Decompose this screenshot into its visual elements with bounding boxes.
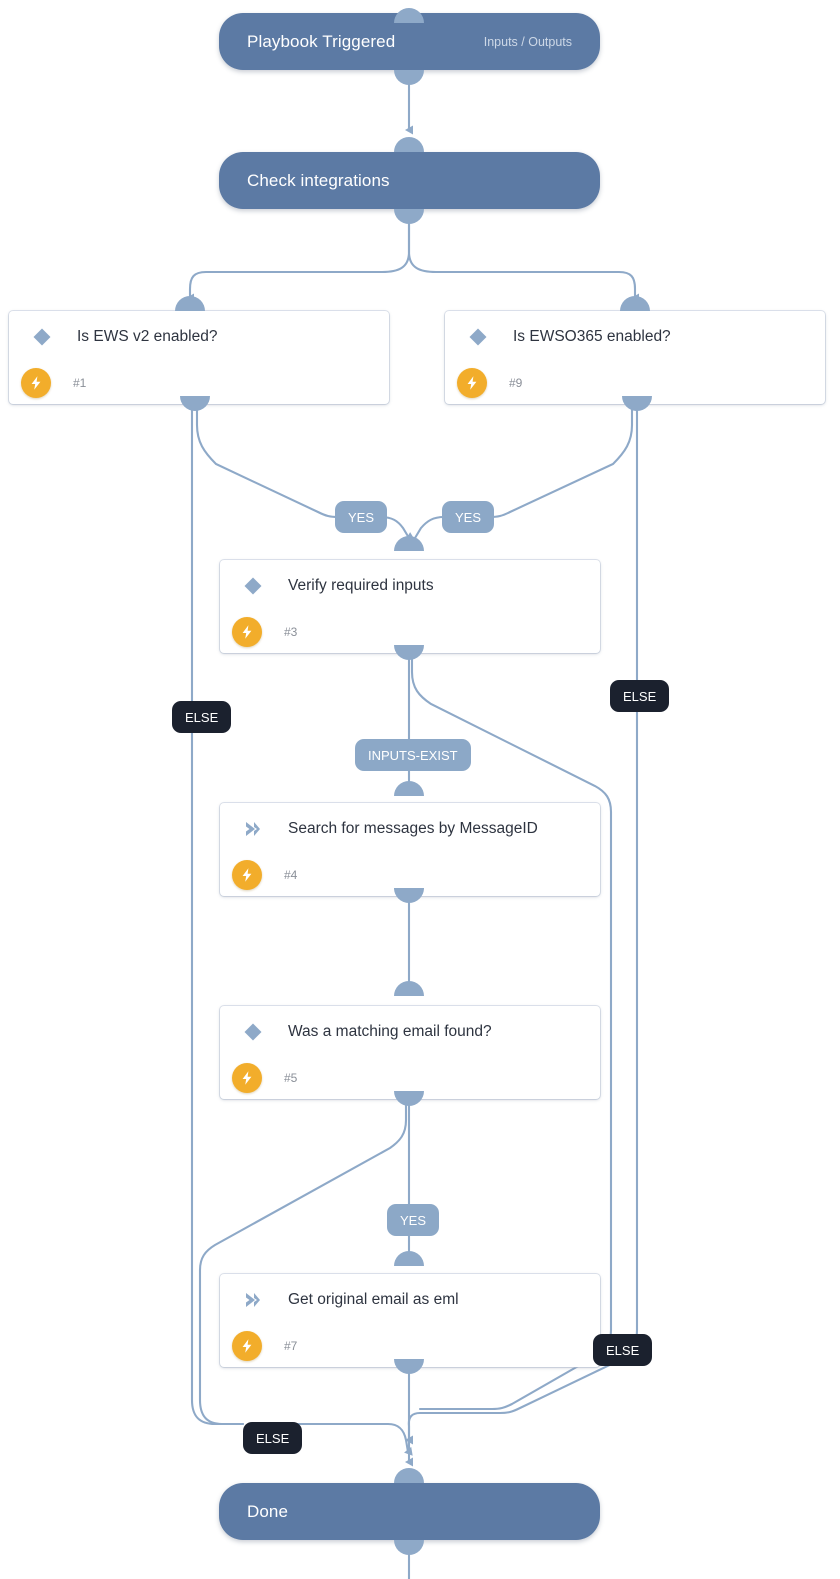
task-number: #3 — [284, 625, 298, 639]
node-was-a-matching-email-found[interactable]: Was a matching email found? #5 — [220, 1006, 600, 1099]
task-number: #1 — [73, 376, 87, 390]
condition-diamond-icon — [463, 322, 493, 352]
port-start-bottom — [394, 70, 424, 85]
edge-label-else-ewso365[interactable]: ELSE — [610, 680, 670, 712]
port-ewsv2-bottom — [180, 396, 210, 411]
card-header: Is EWSO365 enabled? — [445, 311, 825, 363]
node-done[interactable]: Done — [219, 1483, 600, 1540]
port-ewsv2-top — [175, 296, 205, 311]
port-done-bottom — [394, 1540, 424, 1555]
node-is-ews-v2-enabled[interactable]: Is EWS v2 enabled? #1 — [9, 311, 389, 404]
edge-label-inputs-exist[interactable]: INPUTS-EXIST — [355, 739, 471, 771]
card-header: Is EWS v2 enabled? — [9, 311, 389, 363]
task-number: #5 — [284, 1071, 298, 1085]
port-geteml-bottom — [394, 1359, 424, 1374]
node-title: Search for messages by MessageID — [288, 820, 538, 837]
lightning-bolt-icon — [232, 1063, 262, 1093]
node-title: Check integrations — [247, 170, 390, 190]
condition-diamond-icon — [238, 1017, 268, 1047]
edge-label-yes-right[interactable]: YES — [442, 501, 495, 533]
node-title: Was a matching email found? — [288, 1023, 492, 1040]
port-ewso365-top — [620, 296, 650, 311]
edge-label-yes-matching[interactable]: YES — [387, 1204, 440, 1236]
node-search-for-messages-by-messageid[interactable]: Search for messages by MessageID #4 — [220, 803, 600, 896]
port-done-top — [394, 1468, 424, 1483]
edge-ewsv2-else — [190, 402, 245, 1426]
edge-check-to-ewsv2 — [186, 207, 411, 303]
port-search-bottom — [394, 888, 424, 903]
task-number: #9 — [509, 376, 523, 390]
card-header: Verify required inputs — [220, 560, 600, 612]
node-title: Playbook Triggered — [247, 31, 396, 51]
port-matching-top — [394, 981, 424, 996]
port-verify-bottom — [394, 645, 424, 660]
lightning-bolt-icon — [232, 1331, 262, 1361]
node-is-ewso365-enabled[interactable]: Is EWSO365 enabled? #9 — [445, 311, 825, 404]
lightning-bolt-icon — [232, 617, 262, 647]
task-chevron-icon — [238, 814, 268, 844]
edge-check-to-ewso365 — [407, 207, 639, 303]
port-search-top — [394, 781, 424, 796]
port-start-top — [394, 8, 424, 23]
task-number: #4 — [284, 868, 298, 882]
port-verify-top — [394, 536, 424, 551]
node-title: Is EWSO365 enabled? — [513, 328, 671, 345]
card-header: Was a matching email found? — [220, 1006, 600, 1058]
port-ewso365-bottom — [622, 396, 652, 411]
task-number: #7 — [284, 1339, 298, 1353]
node-inputs-outputs-label[interactable]: Inputs / Outputs — [484, 35, 572, 49]
card-header: Get original email as eml — [220, 1274, 600, 1326]
edge-matching-else — [198, 1103, 408, 1426]
lightning-bolt-icon — [232, 860, 262, 890]
port-matching-bottom — [394, 1091, 424, 1106]
edge-bottomelse-to-done — [293, 1422, 413, 1456]
lightning-bolt-icon — [457, 368, 487, 398]
node-get-original-email-as-eml[interactable]: Get original email as eml #7 — [220, 1274, 600, 1367]
task-chevron-icon — [238, 1285, 268, 1315]
node-title: Get original email as eml — [288, 1291, 459, 1308]
node-check-integrations[interactable]: Check integrations — [219, 152, 600, 209]
edge-label-else-ews-v2[interactable]: ELSE — [172, 701, 232, 733]
port-check-top — [394, 137, 424, 152]
port-geteml-top — [394, 1251, 424, 1266]
lightning-bolt-icon — [21, 368, 51, 398]
port-check-bottom — [394, 209, 424, 224]
condition-diamond-icon — [238, 571, 268, 601]
edge-label-yes-left[interactable]: YES — [335, 501, 388, 533]
playbook-canvas: Playbook Triggered Inputs / Outputs Chec… — [0, 0, 840, 1579]
condition-diamond-icon — [27, 322, 57, 352]
node-title: Verify required inputs — [288, 577, 434, 594]
node-verify-required-inputs[interactable]: Verify required inputs #3 — [220, 560, 600, 653]
edge-label-else-matching[interactable]: ELSE — [593, 1334, 653, 1366]
edge-label-else-bottom-left[interactable]: ELSE — [243, 1422, 303, 1454]
node-title: Is EWS v2 enabled? — [77, 328, 218, 345]
card-header: Search for messages by MessageID — [220, 803, 600, 855]
node-title: Done — [247, 1501, 289, 1521]
